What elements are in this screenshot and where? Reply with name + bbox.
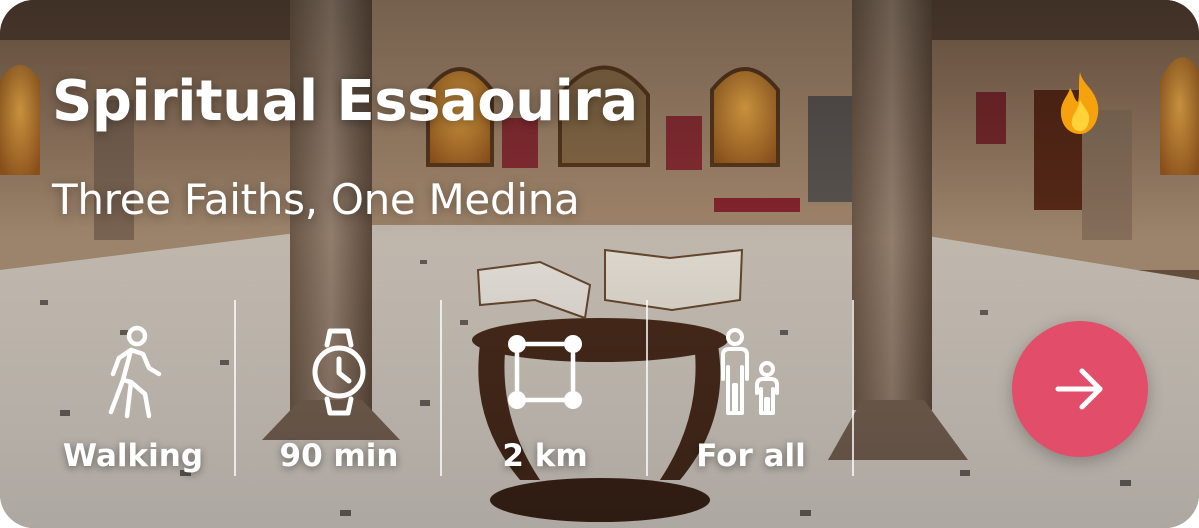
adult-child-icon: [648, 324, 854, 420]
stat-duration-label: 90 min: [279, 438, 399, 474]
tour-stats: Walking 90 min 2 km For all: [30, 300, 860, 480]
stat-audience-label: For all: [696, 438, 806, 474]
tour-subtitle: Three Faiths, One Medina: [52, 175, 580, 224]
tour-title: Spiritual Essaouira: [52, 69, 638, 134]
walking-person-icon: [30, 324, 236, 420]
flame-icon: [1052, 70, 1108, 136]
distance-square-icon: [442, 324, 648, 420]
tour-card[interactable]: Spiritual Essaouira Three Faiths, One Me…: [0, 0, 1199, 528]
open-tour-button[interactable]: [1012, 321, 1148, 457]
stat-divider: [852, 300, 854, 476]
arrow-right-icon: [1055, 368, 1103, 410]
watch-icon: [236, 324, 442, 420]
stat-distance-label: 2 km: [502, 438, 588, 474]
stat-distance: 2 km: [442, 300, 648, 480]
stat-duration: 90 min: [236, 300, 442, 480]
stat-audience: For all: [648, 300, 854, 480]
stat-mode-label: Walking: [62, 438, 204, 474]
stat-mode: Walking: [30, 300, 236, 480]
